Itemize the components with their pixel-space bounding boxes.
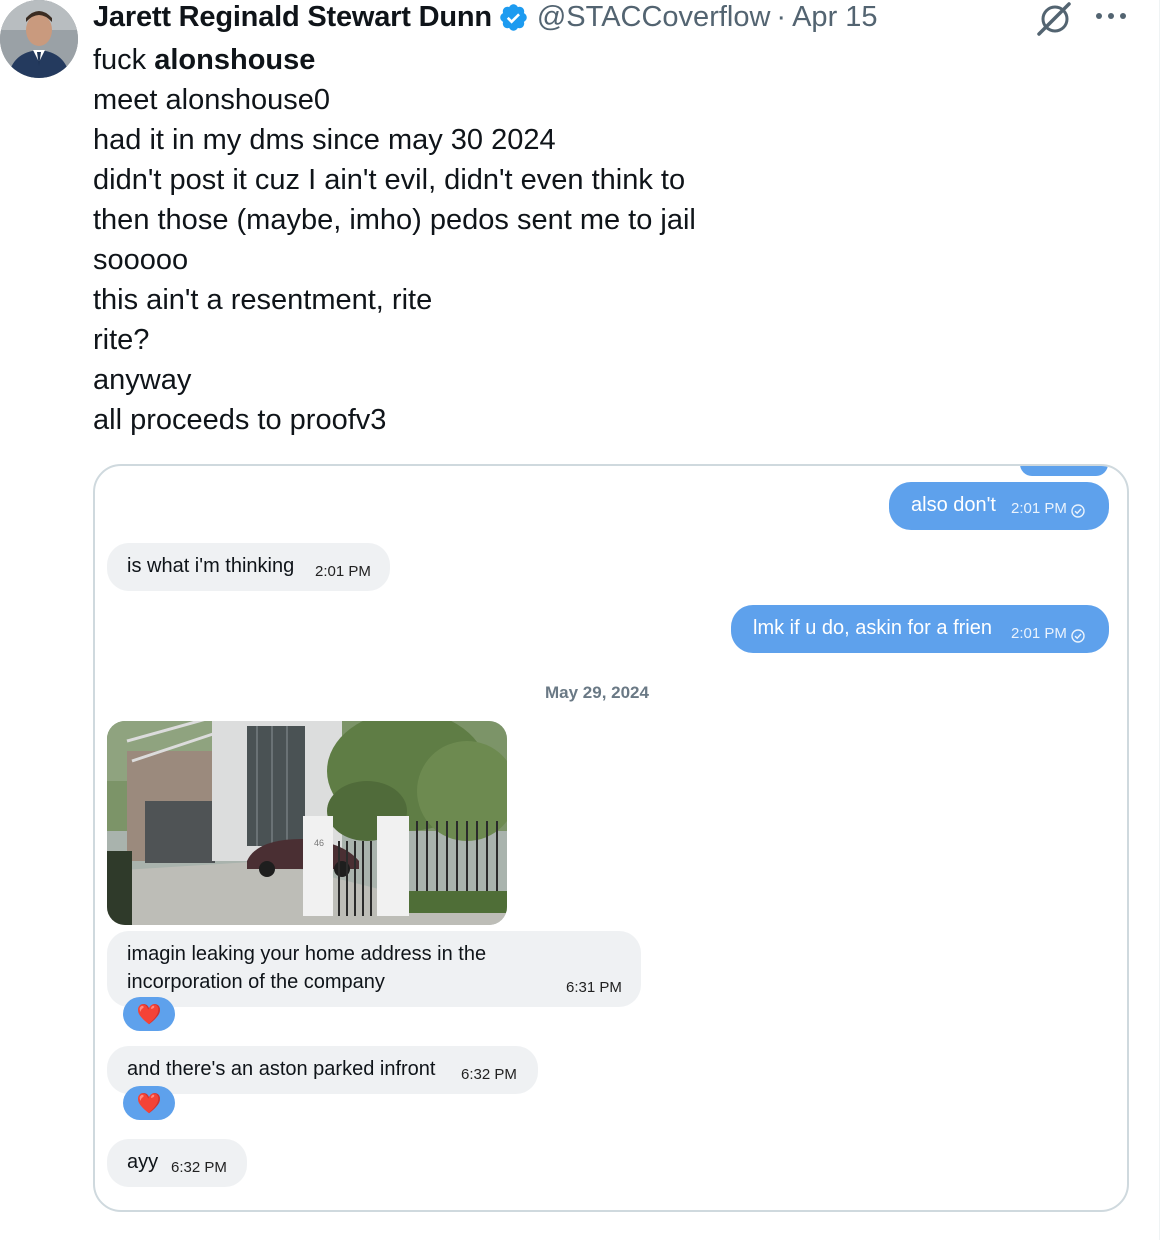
tweet-line: this ain't a resentment, rite [93,284,433,316]
avatar[interactable] [0,0,78,78]
message-text-line: imagin leaking your home address in the [127,943,487,965]
author-name[interactable]: Jarett Reginald Stewart Dunn [93,1,492,34]
house-photo[interactable]: 46 [107,721,507,925]
tweet-line: didn't post it cuz I ain't evil, didn't … [93,164,686,196]
tweet-line: had it in my dms since may 30 2024 [93,124,556,156]
message-incoming: is what i'm thinking 2:01 PM [107,543,390,591]
tweet-line-prefix: fuck [93,44,155,76]
dm-screenshot: also don't 2:01 PM is what i'm thinking … [95,466,1127,1210]
message-text: also don't [911,494,996,516]
tweet-line: meet alonshouse0 [93,84,330,116]
message-incoming: ayy 6:32 PM [107,1139,247,1187]
message-text: ayy [127,1151,159,1173]
date-separator: May 29, 2024 [545,683,649,702]
message-outgoing: lmk if u do, askin for a frien 2:01 PM [731,605,1109,653]
read-check-icon [1071,501,1085,518]
message-text: lmk if u do, askin for a frien [753,617,992,639]
header-separator: · [776,0,787,33]
tweet-line: all proceeds to proofv3 [93,404,387,436]
tweet-line: sooooo [93,244,189,276]
tweet-line: fuck alonshouse [93,40,773,80]
message-incoming: and there's an aston parked infront 6:32… [107,1046,538,1094]
red-heart-icon[interactable]: ❤️ [123,997,175,1031]
message-outgoing: also don't 2:01 PM [889,482,1109,530]
read-check-icon [1071,626,1085,643]
tweet-line: rite? [93,324,150,356]
tweet-line: anyway [93,364,192,396]
tweet-line: then those (maybe, imho) pedos sent me t… [93,204,696,236]
verified-badge-icon[interactable] [498,2,529,33]
message-time: 2:01 PM [315,563,371,580]
message-time: 6:31 PM [566,979,622,996]
message-incoming: imagin leaking your home address in the … [107,931,641,1007]
message-time: 2:01 PM [1011,625,1067,642]
house-number: 46 [314,838,324,848]
message-text: and there's an aston parked infront [127,1058,436,1080]
message-text-line: incorporation of the company [127,971,385,993]
red-heart-icon[interactable]: ❤️ [123,1086,175,1120]
tweet-header: Jarett Reginald Stewart Dunn @STACCoverf… [93,0,878,34]
previous-message-bubble [1020,466,1108,476]
tweet-date[interactable]: Apr 15 [792,1,877,34]
message-time: 6:32 PM [461,1066,517,1083]
message-time: 2:01 PM [1011,500,1067,517]
timeline-divider [1159,0,1160,1240]
message-time: 6:32 PM [171,1159,227,1176]
tweet-media-image[interactable]: also don't 2:01 PM is what i'm thinking … [93,464,1129,1212]
author-handle[interactable]: @STACCoverflow [537,1,771,34]
message-text: is what i'm thinking [127,555,295,577]
tweet-line-bold: alonshouse [154,44,316,76]
grok-icon[interactable] [1035,0,1075,38]
tweet-text: fuck alonshouse meet alonshouse0 had it … [93,40,773,440]
more-options-icon[interactable] [1094,6,1128,26]
